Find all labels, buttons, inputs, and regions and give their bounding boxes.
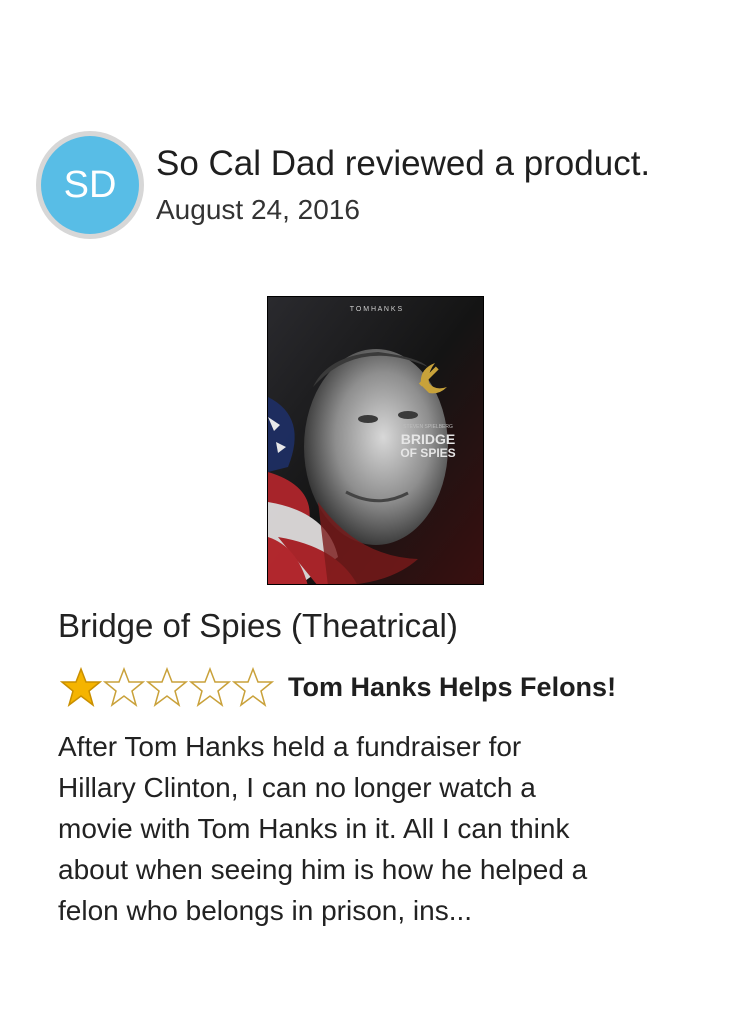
star-empty-icon bbox=[232, 667, 274, 707]
review-body-line: Hillary Clinton, I can no longer watch a bbox=[58, 772, 536, 803]
review-date: August 24, 2016 bbox=[156, 194, 360, 225]
review-body-line: felon who belongs in prison, ins... bbox=[58, 895, 473, 926]
avatar-initials: SD bbox=[63, 164, 117, 206]
review-headline[interactable]: Tom Hanks Helps Felons! bbox=[288, 672, 616, 703]
star-rating bbox=[60, 667, 274, 707]
avatar-circle: SD bbox=[41, 136, 139, 234]
review-body-line: about when seeing him is how he helped a bbox=[58, 854, 588, 885]
review-activity-header: SD So Cal Dad reviewed a product. August… bbox=[36, 131, 726, 241]
poster-studio-text: STEVEN SPIELBERG bbox=[403, 424, 453, 430]
product-image[interactable]: T O M H A N K S STEVEN SPIELBERG BRIDGE … bbox=[267, 296, 484, 585]
review-body: After Tom Hanks held a fundraiser for Hi… bbox=[58, 726, 708, 931]
review-body-line: After Tom Hanks held a fundraiser for bbox=[58, 731, 522, 762]
star-empty-icon bbox=[103, 667, 145, 707]
poster-top-text: T O M H A N K S bbox=[350, 306, 403, 313]
activity-text: So Cal Dad reviewed a product. bbox=[156, 144, 651, 183]
review-body-line: movie with Tom Hanks in it. All I can th… bbox=[58, 813, 570, 844]
star-empty-icon bbox=[146, 667, 188, 707]
avatar[interactable]: SD bbox=[36, 131, 144, 239]
star-filled-icon bbox=[60, 667, 102, 707]
rating-row: Tom Hanks Helps Felons! bbox=[60, 665, 700, 709]
poster-title-line1: BRIDGE bbox=[401, 431, 455, 447]
star-empty-icon bbox=[189, 667, 231, 707]
product-title[interactable]: Bridge of Spies (Theatrical) bbox=[58, 606, 458, 646]
poster-title-line2: OF SPIES bbox=[400, 446, 455, 460]
